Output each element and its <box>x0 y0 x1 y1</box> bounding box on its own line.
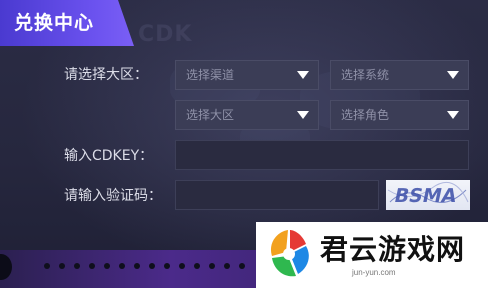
page-title: 兑换中心 <box>14 12 95 34</box>
decor-dot <box>209 263 215 269</box>
zone-select-placeholder: 选择大区 <box>186 108 235 122</box>
decor-dot <box>179 263 185 269</box>
region-label: 请选择大区： <box>64 67 148 83</box>
role-select-placeholder: 选择角色 <box>341 108 390 122</box>
system-select-placeholder: 选择系统 <box>341 68 390 82</box>
captcha-graphic: BSMA <box>387 181 469 207</box>
captcha-text: BSMA <box>392 184 459 207</box>
decor-dot <box>104 263 110 269</box>
decor-dot <box>44 263 50 269</box>
cdkey-input[interactable] <box>175 140 469 170</box>
chevron-down-icon <box>288 61 318 89</box>
decor-dot <box>194 263 200 269</box>
captcha-label: 请输入验证码： <box>64 188 162 204</box>
exchange-center-panel: 兑换中心 CDK 请选择大区： 选择渠道 选择系统 选择大区 选择角色 输入CD… <box>0 0 488 288</box>
decor-dot <box>149 263 155 269</box>
chevron-down-icon <box>288 101 318 129</box>
watermark-logo-domain: jun-yun.com <box>352 268 396 277</box>
watermark-logo-name: 君云游戏网 <box>320 233 466 266</box>
chevron-down-icon <box>438 61 468 89</box>
captcha-input[interactable] <box>175 180 379 210</box>
channel-select-placeholder: 选择渠道 <box>186 68 235 82</box>
decor-dot <box>74 263 80 269</box>
channel-select[interactable]: 选择渠道 <box>175 60 319 90</box>
decor-dot <box>89 263 95 269</box>
captcha-image[interactable]: BSMA <box>386 180 470 210</box>
system-select[interactable]: 选择系统 <box>330 60 469 90</box>
decor-dot <box>59 263 65 269</box>
decor-dot <box>224 263 230 269</box>
cdkey-label: 输入CDKEY： <box>64 148 154 164</box>
decor-dot <box>164 263 170 269</box>
decor-dot <box>239 263 245 269</box>
role-select[interactable]: 选择角色 <box>330 100 469 130</box>
header-watermark-text: CDK <box>138 22 193 47</box>
watermark-logo-icon <box>270 230 309 277</box>
decor-dot <box>119 263 125 269</box>
chevron-down-icon <box>438 101 468 129</box>
decor-dot <box>134 263 140 269</box>
zone-select[interactable]: 选择大区 <box>175 100 319 130</box>
